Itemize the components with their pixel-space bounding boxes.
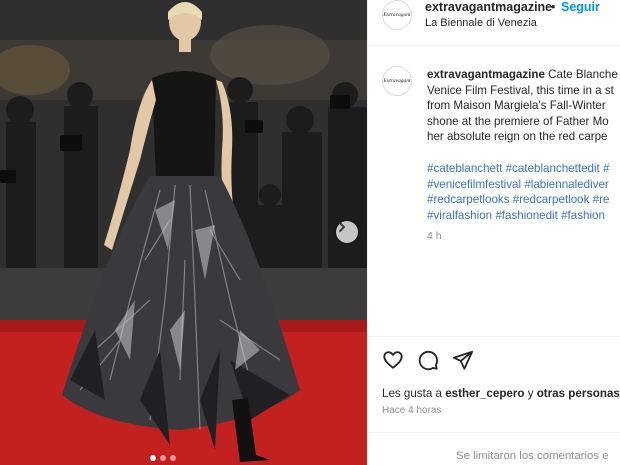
hashtag-link[interactable]: #fashionedit (495, 209, 558, 222)
hashtag-link[interactable]: #labiennalediver (524, 178, 608, 191)
post-timestamp: Hace 4 horas (382, 405, 442, 416)
caption-line: Cate Blanche (548, 68, 618, 81)
caption-timestamp: 4 h (427, 230, 442, 242)
heart-icon[interactable] (382, 349, 404, 371)
caption-avatar[interactable]: Extravagant (382, 66, 412, 96)
avatar-logo-text: Extravagant (383, 12, 411, 18)
caption-text: extravagantmagazine Cate Blanche Venice … (427, 67, 620, 145)
caption-line: her absolute reign on the red carpe (427, 130, 608, 144)
hashtag-link[interactable]: #viralfashion (427, 209, 492, 222)
caption-line: from Maison Margiela's Fall-Winter (427, 99, 606, 113)
hashtag-link[interactable]: #cateblanchett (427, 162, 502, 175)
caption-username[interactable]: extravagantmagazine (427, 68, 545, 81)
comments-limited-notice: Se limitaron los comentarios e (456, 450, 609, 462)
chevron-right-icon (339, 222, 346, 232)
post-location[interactable]: La Biennale di Venezia (425, 17, 537, 29)
caption-line: Venice Film Festival, this time in a st (427, 83, 614, 97)
hashtag-link[interactable]: # (603, 162, 609, 175)
hashtag-link[interactable]: #re (593, 193, 610, 206)
comment-icon[interactable] (417, 349, 439, 371)
photo-illustration (0, 0, 367, 465)
caption-line: shone at the premiere of Father Mo (427, 114, 609, 128)
hashtag-link[interactable]: #fashion (561, 209, 605, 222)
share-icon[interactable] (452, 349, 474, 371)
hashtag-link[interactable]: #cateblanchettedit (506, 162, 600, 175)
carousel-indicator (150, 455, 176, 461)
header-separator: • (551, 0, 556, 14)
likes-conjunction: y (527, 387, 534, 400)
comments-divider (368, 432, 620, 433)
carousel-dot (170, 455, 176, 461)
post-actions (382, 349, 474, 371)
hashtags: #cateblanchett #cateblanchettedit # #ven… (427, 161, 620, 223)
hashtag-link[interactable]: #redcarpetlooks (427, 193, 510, 206)
avatar-logo-text: Extravagant (383, 78, 411, 84)
follow-button[interactable]: Seguir (561, 0, 600, 14)
likes-prefix: Les gusta a (382, 387, 442, 400)
carousel-next-button[interactable] (336, 221, 358, 243)
post-photo[interactable] (0, 0, 367, 465)
hashtag-link[interactable]: #redcarpetlook (513, 193, 590, 206)
likes-user-link[interactable]: esther_cepero (445, 387, 524, 400)
carousel-dot (160, 455, 166, 461)
likes-others-link[interactable]: otras personas (537, 387, 620, 400)
actions-divider (368, 336, 620, 337)
carousel-dot (150, 455, 156, 461)
avatar[interactable]: Extravagant (382, 0, 412, 30)
post-side-panel: Extravagant extravagantmagazine • Seguir… (368, 0, 620, 465)
header-username[interactable]: extravagantmagazine (425, 0, 552, 14)
post-header: Extravagant extravagantmagazine • Seguir… (368, 0, 620, 46)
likes-summary: Les gusta a esther_cepero y otras person… (382, 387, 620, 400)
hashtag-link[interactable]: #venicefilmfestival (427, 178, 521, 191)
